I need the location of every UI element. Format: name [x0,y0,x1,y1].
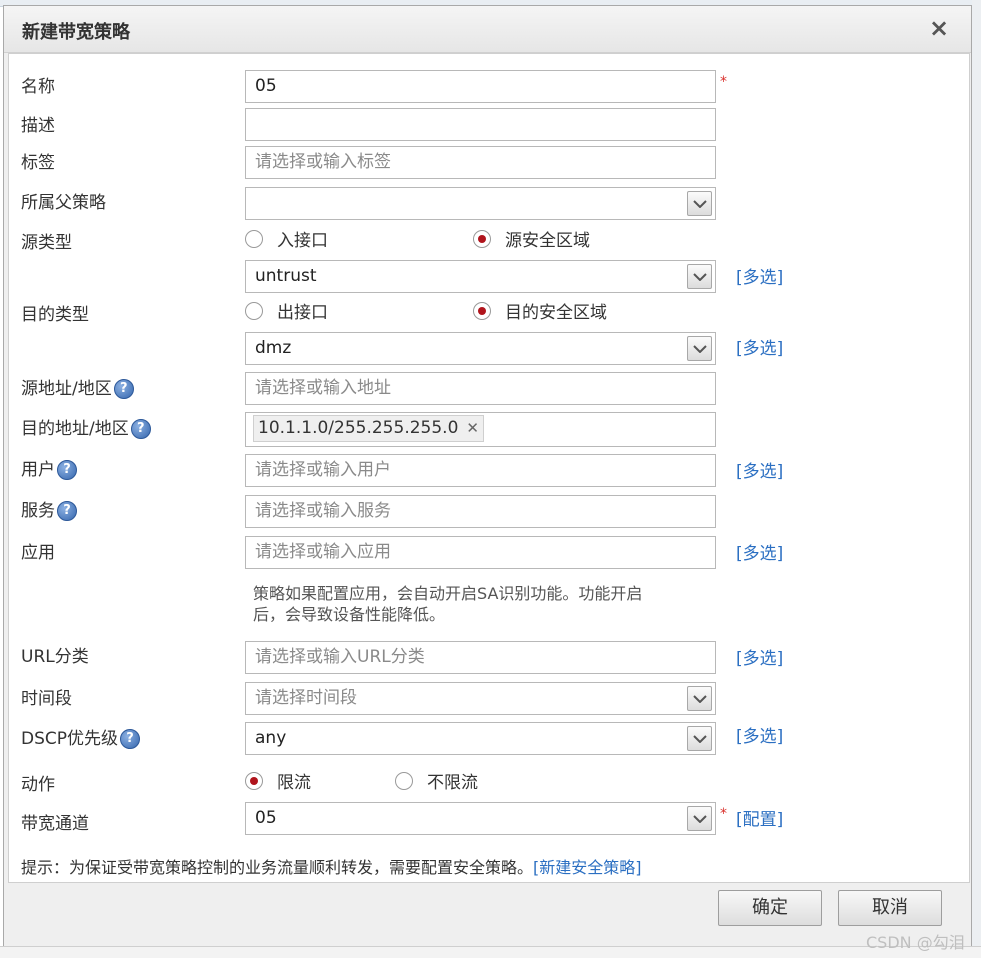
dialog-title: 新建带宽策略 [22,22,130,43]
source-zone-multiselect-link[interactable]: [多选] [736,263,783,288]
dscp-value: any [255,728,287,748]
tags-label: 标签 [21,153,55,173]
url-category-input[interactable]: 请选择或输入URL分类 [245,641,716,674]
dialog-titlebar: 新建带宽策略 × [4,6,971,53]
radio-dest-zone[interactable]: 目的安全区域 [473,298,607,323]
description-label: 描述 [21,116,55,136]
radio-icon[interactable] [245,302,263,320]
chevron-down-icon[interactable] [687,726,712,751]
source-type-label: 源类型 [21,233,72,253]
application-note: 策略如果配置应用，会自动开启SA识别功能。功能开启 后，会导致设备性能降低。 [253,583,723,625]
source-zone-select[interactable]: untrust [245,260,716,293]
radio-label: 限流 [277,773,311,793]
radio-egress-interface[interactable]: 出接口 [245,298,328,323]
application-label: 应用 [21,543,55,563]
dscp-select[interactable]: any [245,722,716,755]
name-input[interactable]: 05 [245,70,716,103]
help-icon[interactable]: ? [120,729,141,749]
radio-icon[interactable] [245,230,263,248]
bandwidth-channel-label: 带宽通道 [21,814,89,834]
source-address-input[interactable]: 请选择或输入地址 [245,372,716,405]
user-label-text: 用户 [21,460,55,480]
source-address-label-text: 源地址/地区 [21,379,112,399]
radio-selected-icon[interactable] [245,772,263,790]
user-input[interactable]: 请选择或输入用户 [245,454,716,487]
dest-type-label: 目的类型 [21,305,89,325]
required-marker: * [720,806,727,822]
user-multiselect-link[interactable]: [多选] [736,457,783,482]
dest-address-input[interactable]: 10.1.1.0/255.255.255.0 ✕ [245,412,716,447]
chevron-down-icon[interactable] [687,686,712,711]
dscp-multiselect-link[interactable]: [多选] [736,722,783,747]
radio-label: 不限流 [427,773,478,793]
cancel-button[interactable]: 取消 [838,890,942,926]
radio-icon[interactable] [395,772,413,790]
radio-label: 源安全区域 [505,231,590,251]
chevron-down-icon[interactable] [687,264,712,289]
remove-tag-icon[interactable]: ✕ [466,419,479,437]
application-note-line: 后，会导致设备性能降低。 [253,605,446,624]
time-range-label: 时间段 [21,689,72,709]
address-tag-text: 10.1.1.0/255.255.255.0 [258,418,459,438]
dialog-footer [4,884,971,946]
url-category-multiselect-link[interactable]: [多选] [736,644,783,669]
service-label: 服务? [21,496,77,521]
bandwidth-channel-config-link[interactable]: [配置] [736,805,783,830]
ok-button[interactable]: 确定 [718,890,822,926]
help-icon[interactable]: ? [57,501,77,521]
time-range-placeholder: 请选择时间段 [255,688,357,708]
chevron-down-icon[interactable] [687,806,712,831]
chevron-down-icon[interactable] [687,336,712,361]
tags-input[interactable]: 请选择或输入标签 [245,146,716,179]
background-scrollbar [972,0,981,957]
url-category-label: URL分类 [21,647,89,667]
time-range-select[interactable]: 请选择时间段 [245,682,716,715]
help-icon[interactable]: ? [113,379,134,399]
radio-selected-icon[interactable] [473,302,491,320]
dscp-label: DSCP优先级? [21,724,141,749]
radio-rate-limit[interactable]: 限流 [245,768,311,793]
background-footer [0,946,981,958]
watermark: CSDN @勾泪 [866,933,965,952]
bandwidth-channel-value: 05 [255,808,277,828]
source-zone-value: untrust [255,266,317,286]
parent-policy-label: 所属父策略 [21,193,106,213]
source-address-label: 源地址/地区? [21,374,134,399]
help-icon[interactable]: ? [57,460,77,480]
new-bandwidth-policy-dialog: 新建带宽策略 × 名称 05 * 描述 标签 请选择或输入标签 所属父策略 源类… [3,5,972,946]
user-label: 用户? [21,455,77,480]
new-security-policy-link[interactable]: [新建安全策略] [533,858,642,877]
chevron-down-icon[interactable] [687,191,712,216]
application-input[interactable]: 请选择或输入应用 [245,536,716,569]
address-tag: 10.1.1.0/255.255.255.0 ✕ [253,415,484,442]
dest-zone-value: dmz [255,338,292,358]
form-panel: 名称 05 * 描述 标签 请选择或输入标签 所属父策略 源类型 入接口 源安全… [8,53,970,883]
dest-address-label-text: 目的地址/地区 [21,419,129,439]
service-input[interactable]: 请选择或输入服务 [245,495,716,528]
application-multiselect-link[interactable]: [多选] [736,539,783,564]
radio-no-limit[interactable]: 不限流 [395,768,478,793]
help-icon[interactable]: ? [130,419,151,439]
hint-text: 提示：为保证受带宽策略控制的业务流量顺利转发，需要配置安全策略。[新建安全策略] [21,854,642,878]
radio-selected-icon[interactable] [473,230,491,248]
dscp-label-text: DSCP优先级 [21,729,119,749]
hint-message: 提示：为保证受带宽策略控制的业务流量顺利转发，需要配置安全策略。 [21,858,534,877]
bandwidth-channel-select[interactable]: 05 [245,802,716,835]
radio-label: 目的安全区域 [505,303,607,323]
close-icon[interactable]: × [928,16,950,40]
radio-ingress-interface[interactable]: 入接口 [245,226,328,251]
dest-zone-multiselect-link[interactable]: [多选] [736,334,783,359]
service-label-text: 服务 [21,501,55,521]
radio-source-zone[interactable]: 源安全区域 [473,226,590,251]
action-label: 动作 [21,775,55,795]
application-note-line: 策略如果配置应用，会自动开启SA识别功能。功能开启 [253,584,643,603]
parent-policy-select[interactable] [245,187,716,220]
name-label: 名称 [21,77,55,97]
description-input[interactable] [245,108,716,141]
dest-address-label: 目的地址/地区? [21,414,151,439]
dest-zone-select[interactable]: dmz [245,332,716,365]
radio-label: 出接口 [277,303,328,323]
radio-label: 入接口 [277,231,328,251]
required-marker: * [720,74,727,90]
